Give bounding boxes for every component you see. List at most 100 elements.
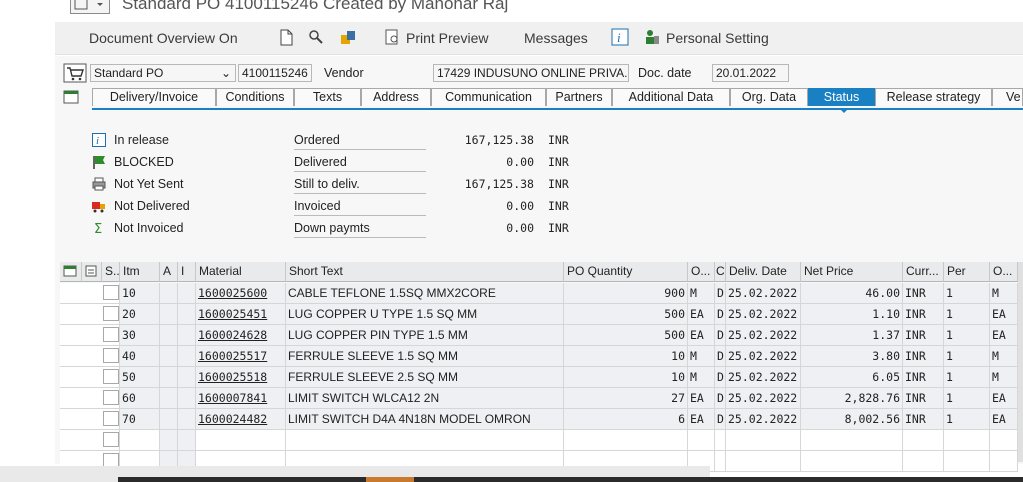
delivered-label: Delivered bbox=[294, 155, 426, 172]
row-select-checkbox[interactable] bbox=[103, 411, 119, 426]
status-row: Not Delivered Invoiced 0.00 INR bbox=[0, 196, 600, 218]
invoice-status: Not Invoiced bbox=[114, 221, 184, 235]
short-text: LUG COPPER PIN TYPE 1.5 MM bbox=[286, 325, 564, 346]
col-header-po-quantity[interactable]: PO Quantity bbox=[564, 262, 688, 282]
currency: INR bbox=[903, 283, 944, 304]
delivered-currency: INR bbox=[548, 155, 569, 169]
delivery-date: 25.02.2022 bbox=[726, 304, 801, 325]
vendor-field[interactable]: 17429 INDUSUNO ONLINE PRIVA... bbox=[433, 64, 629, 82]
tab-additional-data[interactable]: Additional Data bbox=[612, 88, 730, 106]
material-link[interactable]: 1600024628 bbox=[196, 325, 286, 346]
info-icon[interactable]: i bbox=[611, 28, 629, 46]
price-unit: 1 bbox=[944, 283, 990, 304]
document-type-select[interactable]: Standard PO ⌄ bbox=[90, 64, 236, 82]
col-header-i[interactable]: I bbox=[178, 262, 196, 282]
cart-icon[interactable] bbox=[63, 63, 87, 83]
print-preview-icon[interactable] bbox=[383, 28, 401, 46]
ordered-currency: INR bbox=[548, 133, 569, 147]
tab-conditions[interactable]: Conditions bbox=[216, 88, 294, 106]
empty-cell bbox=[60, 367, 102, 388]
tab-more[interactable]: Ve bbox=[992, 88, 1023, 106]
col-header-s[interactable]: S.. bbox=[102, 262, 120, 282]
row-selector-cell[interactable] bbox=[102, 409, 120, 430]
row-select-checkbox[interactable] bbox=[103, 432, 119, 447]
col-header-currency[interactable]: Curr... bbox=[903, 262, 944, 282]
col-header-order-price-unit[interactable]: O... bbox=[990, 262, 1018, 282]
table-row[interactable]: 30 1600024628 LUG COPPER PIN TYPE 1.5 MM 50… bbox=[60, 325, 1023, 346]
table-row[interactable]: 50 1600025518 FERRULE SLEEVE 2.5 SQ MM 10 M D… bbox=[60, 367, 1023, 388]
order-price-unit: M bbox=[990, 367, 1018, 388]
order-price-unit: EA bbox=[990, 388, 1018, 409]
short-text: LUG COPPER U TYPE 1.5 SQ MM bbox=[286, 304, 564, 325]
status-row: Not Yet Sent Still to deliv. 167,125.38 … bbox=[0, 174, 600, 196]
material-link[interactable]: 1600025517 bbox=[196, 346, 286, 367]
po-number-field[interactable]: 4100115246 bbox=[238, 64, 312, 82]
messages-button[interactable]: Messages bbox=[524, 30, 588, 46]
tab-underline bbox=[92, 108, 1023, 110]
document-overview-button[interactable]: Document Overview On bbox=[89, 30, 238, 46]
tab-texts[interactable]: Texts bbox=[294, 88, 361, 106]
col-header-item[interactable]: Itm bbox=[120, 262, 160, 282]
col-header-a[interactable]: A bbox=[160, 262, 178, 282]
table-row[interactable] bbox=[60, 430, 1023, 451]
taskbar-active-item[interactable] bbox=[366, 477, 414, 482]
row-select-checkbox[interactable] bbox=[103, 327, 119, 342]
po-quantity: 27 bbox=[564, 388, 688, 409]
other-document-icon[interactable] bbox=[339, 28, 357, 46]
po-quantity: 10 bbox=[564, 367, 688, 388]
col-header-deliv-date[interactable]: Deliv. Date bbox=[726, 262, 801, 282]
row-selector-cell[interactable] bbox=[102, 388, 120, 409]
display-change-icon[interactable] bbox=[307, 28, 325, 46]
material-link[interactable]: 1600025518 bbox=[196, 367, 286, 388]
tab-list-icon[interactable] bbox=[63, 89, 79, 105]
print-preview-button[interactable]: Print Preview bbox=[406, 30, 488, 46]
new-document-icon[interactable] bbox=[277, 28, 295, 46]
material-link[interactable]: 1600025600 bbox=[196, 283, 286, 304]
tab-communication[interactable]: Communication bbox=[431, 88, 546, 106]
menu-icon[interactable] bbox=[70, 0, 110, 14]
table-row[interactable]: 70 1600024482 LIMIT SWITCH D4A 4N18N MODEL… bbox=[60, 409, 1023, 430]
material-link[interactable]: 1600024482 bbox=[196, 409, 286, 430]
tab-status[interactable]: Status bbox=[808, 88, 875, 106]
window-title: Standard PO 4100115246 Created by Manoha… bbox=[122, 0, 509, 13]
table-row[interactable]: 10 1600025600 CABLE TEFLONE 1.5SQ MMX2CORE… bbox=[60, 283, 1023, 304]
row-select-checkbox[interactable] bbox=[103, 306, 119, 321]
doc-date-field[interactable]: 20.01.2022 bbox=[712, 64, 789, 82]
taskbar bbox=[118, 477, 1023, 482]
table-row[interactable]: 20 1600025451 LUG COPPER U TYPE 1.5 SQ MM 5… bbox=[60, 304, 1023, 325]
col-header-per[interactable]: Per bbox=[944, 262, 990, 282]
tab-address[interactable]: Address bbox=[361, 88, 431, 106]
row-selector-cell[interactable] bbox=[102, 346, 120, 367]
col-header-short-text[interactable]: Short Text bbox=[286, 262, 564, 282]
row-selector-cell[interactable] bbox=[102, 430, 120, 451]
tab-release-strategy[interactable]: Release strategy bbox=[875, 88, 992, 106]
row-select-checkbox[interactable] bbox=[103, 369, 119, 384]
personal-setting-icon[interactable] bbox=[643, 28, 661, 46]
col-header-net-price[interactable]: Net Price bbox=[801, 262, 903, 282]
personal-setting-button[interactable]: Personal Setting bbox=[666, 30, 769, 46]
row-selector-cell[interactable] bbox=[102, 367, 120, 388]
col-header-order-unit[interactable]: O... bbox=[688, 262, 715, 282]
row-select-checkbox[interactable] bbox=[103, 390, 119, 405]
tab-org-data[interactable]: Org. Data bbox=[730, 88, 808, 106]
material-link[interactable]: 1600025451 bbox=[196, 304, 286, 325]
grid-config-icon[interactable] bbox=[60, 262, 82, 282]
table-row[interactable]: 60 1600007841 LIMIT SWITCH WLCA12 2N 27 EA D 2… bbox=[60, 388, 1023, 409]
col-header-material[interactable]: Material bbox=[196, 262, 286, 282]
tab-partners[interactable]: Partners bbox=[546, 88, 612, 106]
row-select-checkbox[interactable] bbox=[103, 348, 119, 363]
row-selector-cell[interactable] bbox=[102, 283, 120, 304]
row-select-checkbox[interactable] bbox=[103, 285, 119, 300]
vertical-scrollbar[interactable] bbox=[1018, 262, 1023, 462]
col-header-c[interactable]: C bbox=[715, 262, 726, 282]
row-selector-cell[interactable] bbox=[102, 325, 120, 346]
table-row[interactable]: 40 1600025517 FERRULE SLEEVE 1.5 SQ MM 10 M D… bbox=[60, 346, 1023, 367]
material-link[interactable]: 1600007841 bbox=[196, 388, 286, 409]
select-all-icon[interactable] bbox=[82, 262, 102, 282]
row-selector-cell[interactable] bbox=[102, 304, 120, 325]
down-payments-currency: INR bbox=[548, 221, 569, 235]
currency: INR bbox=[903, 346, 944, 367]
tab-delivery-invoice[interactable]: Delivery/Invoice bbox=[92, 88, 216, 106]
empty-cell bbox=[178, 346, 196, 367]
still-to-deliver-value: 167,125.38 bbox=[464, 177, 534, 191]
